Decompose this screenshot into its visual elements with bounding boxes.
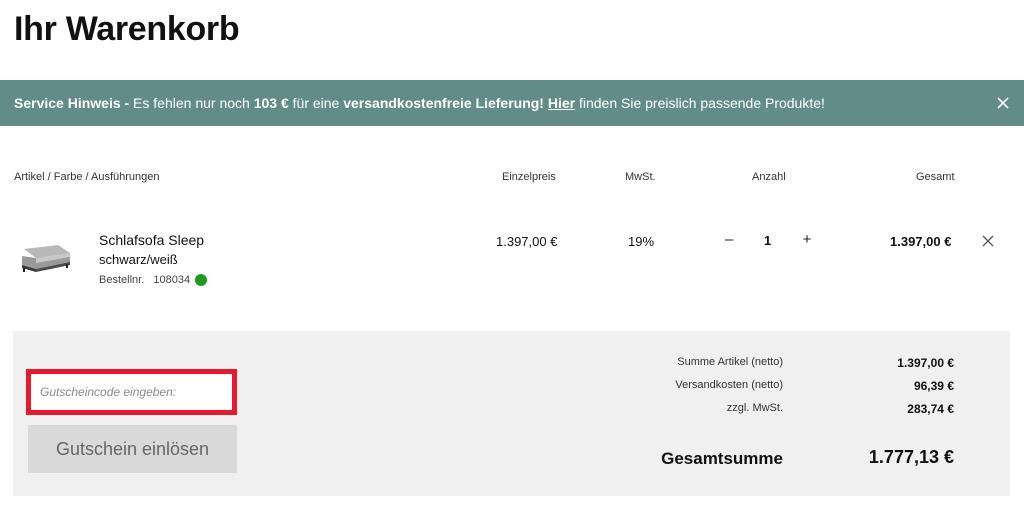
availability-indicator	[195, 274, 207, 286]
product-order-number: Bestellnr. 108034	[99, 274, 190, 286]
voucher-highlight-frame	[26, 369, 237, 415]
notice-free-shipping: versandkostenfreie Lieferung!	[343, 95, 544, 111]
service-notice-banner: Service Hinweis - Es fehlen nur noch 103…	[0, 80, 1024, 126]
notice-text-2: für eine	[288, 95, 344, 111]
quantity-increment-button[interactable]: +	[799, 230, 815, 250]
item-unit-price: 1.397,00 €	[496, 234, 558, 249]
notice-text-3: finden Sie preislich passende Produkte!	[575, 95, 825, 111]
product-name[interactable]: Schlafsofa Sleep	[99, 232, 204, 248]
subtotal-value: 1.397,00 €	[897, 356, 954, 370]
remove-item-icon[interactable]	[980, 233, 996, 249]
quantity-decrement-button[interactable]: –	[721, 230, 737, 250]
close-icon[interactable]	[996, 80, 1010, 126]
notice-link-here[interactable]: Hier	[548, 95, 575, 111]
item-tax-rate: 19%	[628, 234, 655, 249]
order-number-label: Bestellnr.	[99, 274, 145, 286]
item-total-price: 1.397,00 €	[890, 234, 952, 249]
subtotal-label: Summe Artikel (netto)	[677, 356, 783, 368]
column-header-tax: MwSt.	[625, 171, 656, 183]
shipping-label: Versandkosten (netto)	[675, 379, 783, 391]
sofa-thumbnail[interactable]	[14, 236, 72, 278]
notice-amount: 103 €	[253, 95, 289, 111]
grand-total-label: Gesamtsumme	[661, 449, 783, 468]
quantity-input[interactable]: 1	[764, 233, 771, 248]
tax-label: zzgl. MwSt.	[726, 402, 783, 414]
page-title: Ihr Warenkorb	[14, 10, 240, 48]
notice-text-1: Es fehlen nur noch	[129, 95, 254, 111]
column-header-total: Gesamt	[916, 171, 955, 183]
shipping-value: 96,39 €	[913, 379, 954, 393]
product-color: schwarz/weiß	[99, 252, 178, 267]
voucher-code-input[interactable]	[35, 378, 228, 406]
column-header-article: Artikel / Farbe / Ausführungen	[14, 171, 160, 183]
column-header-quantity: Anzahl	[752, 171, 786, 183]
grand-total-value: 1.777,13 €	[868, 447, 954, 467]
tax-value: 283,74 €	[907, 402, 954, 416]
column-header-unit-price: Einzelpreis	[502, 171, 556, 183]
notice-prefix: Service Hinweis -	[14, 95, 130, 111]
order-number-value: 108034	[153, 274, 191, 286]
redeem-voucher-button[interactable]: Gutschein einlösen	[28, 425, 237, 473]
